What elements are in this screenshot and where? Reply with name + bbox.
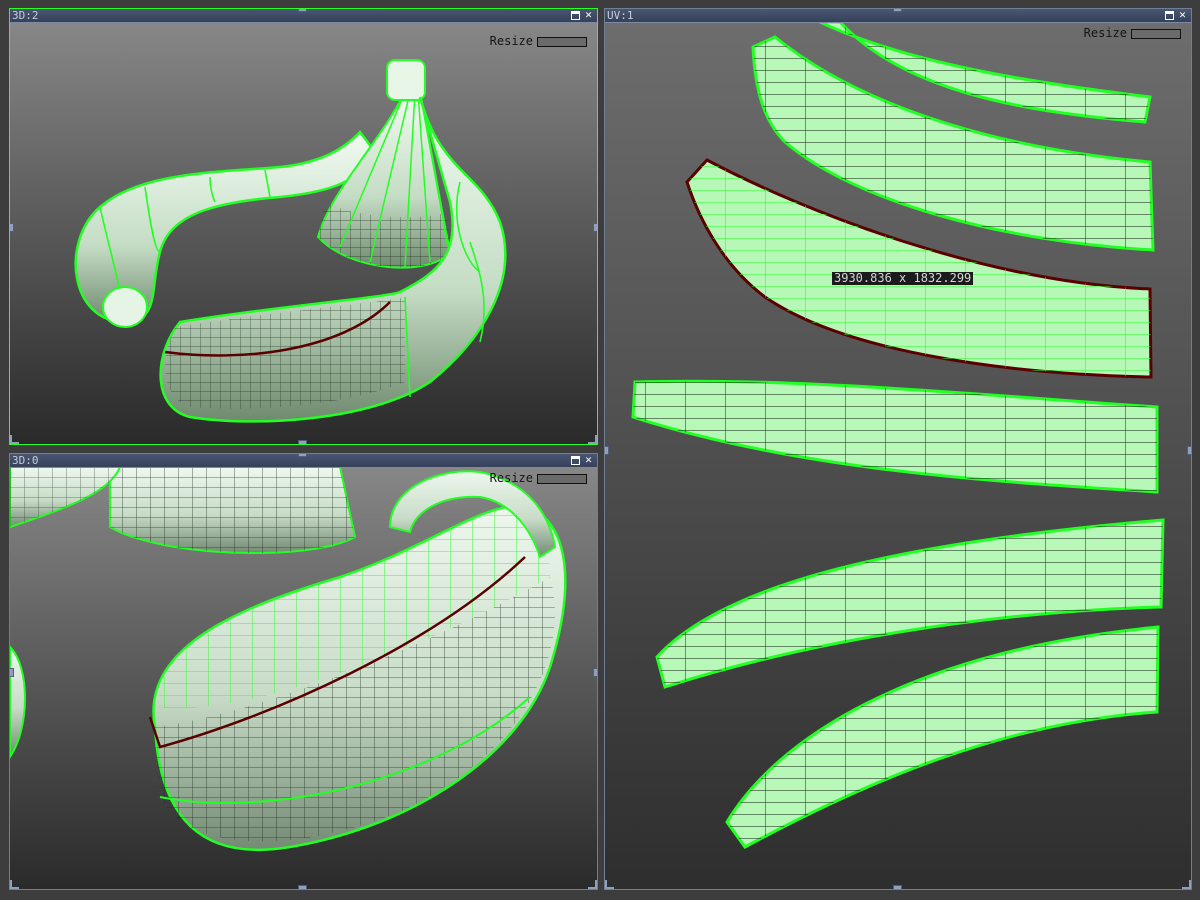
resize-handle-icon[interactable] bbox=[298, 440, 307, 444]
resize-handle-icon[interactable] bbox=[593, 668, 597, 677]
close-icon[interactable]: ✕ bbox=[1177, 9, 1188, 21]
viewport-3d-0[interactable]: 3D:0 ✕ Resize bbox=[9, 453, 598, 890]
3d-scene[interactable] bbox=[10, 467, 597, 889]
resize-control[interactable]: Resize bbox=[490, 34, 587, 48]
selection-size-readout: 3930.836 x 1832.299 bbox=[832, 271, 974, 285]
viewport-title: 3D:0 bbox=[12, 454, 39, 467]
resize-label: Resize bbox=[1083, 26, 1127, 40]
uv-island bbox=[631, 379, 1159, 494]
resize-handle-icon[interactable] bbox=[298, 9, 307, 12]
resize-handle-icon[interactable] bbox=[588, 435, 597, 444]
resize-handle-icon[interactable] bbox=[1187, 446, 1191, 455]
resize-handle-icon[interactable] bbox=[10, 223, 14, 232]
resize-handle-icon[interactable] bbox=[605, 446, 609, 455]
resize-handle-icon[interactable] bbox=[893, 885, 902, 889]
resize-handle-icon[interactable] bbox=[298, 885, 307, 889]
maximize-icon[interactable] bbox=[571, 456, 580, 465]
viewport-uv-1[interactable]: UV:1 ✕ Resize 3930.836 x 1832.299 bbox=[604, 8, 1192, 890]
resize-slider[interactable] bbox=[1131, 28, 1181, 39]
resize-control[interactable]: Resize bbox=[490, 471, 587, 485]
resize-handle-icon[interactable] bbox=[593, 223, 597, 232]
viewport-3d-2[interactable]: 3D:2 ✕ Resize bbox=[9, 8, 598, 445]
resize-handle-icon[interactable] bbox=[10, 880, 19, 889]
uv-canvas[interactable] bbox=[605, 22, 1191, 889]
resize-handle-icon[interactable] bbox=[605, 880, 614, 889]
uv-islands-render bbox=[631, 22, 1165, 849]
resize-handle-icon[interactable] bbox=[298, 454, 307, 457]
maximize-icon[interactable] bbox=[571, 11, 580, 20]
tube-end-cap bbox=[102, 286, 148, 328]
3d-mesh-render bbox=[74, 59, 507, 423]
resize-slider[interactable] bbox=[537, 473, 587, 484]
viewport-title: UV:1 bbox=[607, 9, 634, 22]
resize-label: Resize bbox=[489, 34, 533, 48]
resize-label: Resize bbox=[489, 471, 533, 485]
resize-control[interactable]: Resize bbox=[1084, 26, 1181, 40]
cone-tip bbox=[386, 59, 426, 101]
3d-mesh-render bbox=[10, 467, 567, 852]
resize-handle-icon[interactable] bbox=[893, 9, 902, 12]
resize-slider[interactable] bbox=[537, 36, 587, 47]
3d-scene[interactable] bbox=[10, 22, 597, 444]
close-icon[interactable]: ✕ bbox=[583, 454, 594, 466]
resize-handle-icon[interactable] bbox=[10, 668, 14, 677]
resize-handle-icon[interactable] bbox=[1182, 880, 1191, 889]
close-icon[interactable]: ✕ bbox=[583, 9, 594, 21]
maximize-icon[interactable] bbox=[1165, 11, 1174, 20]
uv-island bbox=[725, 625, 1160, 849]
viewport-title: 3D:2 bbox=[12, 9, 39, 22]
resize-handle-icon[interactable] bbox=[588, 880, 597, 889]
resize-handle-icon[interactable] bbox=[10, 435, 19, 444]
